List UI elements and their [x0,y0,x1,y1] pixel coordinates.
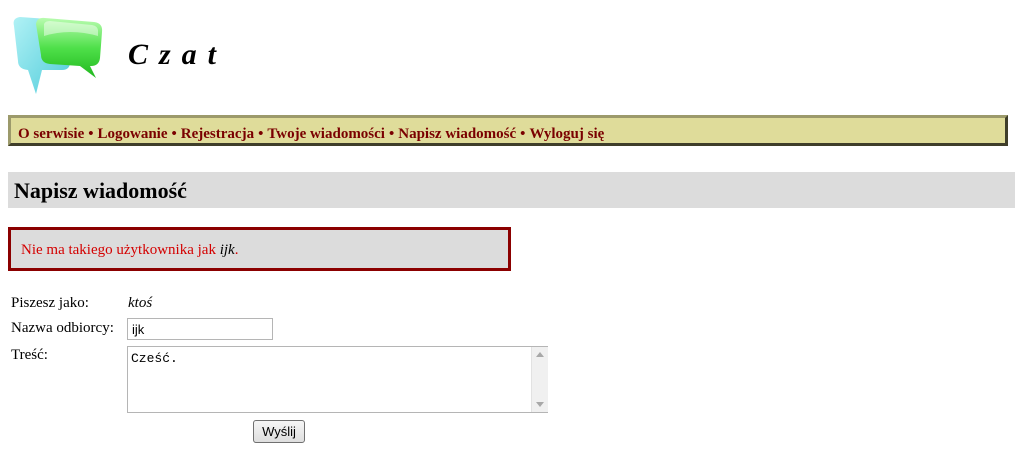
message-textarea[interactable]: Cześć. [127,346,548,413]
recipient-input[interactable] [127,318,273,340]
nav-separator: • [171,126,177,142]
nav-link-my-messages[interactable]: Twoje wiadomości [267,126,385,142]
scroll-down-arrow-icon[interactable] [536,402,544,407]
nav-link-login[interactable]: Logowanie [98,126,168,142]
nav-link-register[interactable]: Rejestracja [181,126,254,142]
author-label: Piszesz jako: [11,295,89,311]
textarea-scrollbar[interactable] [531,347,548,412]
nav-separator: • [388,126,395,142]
main-nav: O serwisie • Logowanie • Rejestracja • Twoje w… [8,115,1008,146]
nav-separator: • [88,126,94,142]
error-message: Nie ma takiego użytkownika jak ijk. [8,227,511,271]
author-value: ktoś [128,295,153,311]
page-title: Napisz wiadomość [14,178,187,203]
error-suffix: . [234,242,239,258]
nav-link-logout[interactable]: Wyloguj się [529,126,604,142]
site-title: Czat [128,38,228,71]
recipient-label: Nazwa odbiorcy: [11,320,114,336]
scroll-up-arrow-icon[interactable] [536,352,544,357]
nav-separator: • [520,126,526,142]
page-heading-bar: Napisz wiadomość [8,172,1015,208]
nav-link-write-message[interactable]: Napisz wiadomość [398,126,516,142]
header: Czat [0,0,1020,110]
nav-separator: • [258,126,264,142]
content-label: Treść: [11,347,48,363]
nav-link-about[interactable]: O serwisie [18,126,84,142]
error-username: ijk [219,242,235,258]
chat-bubbles-logo-icon [13,17,103,94]
send-button[interactable]: Wyślij [253,420,305,443]
error-text: Nie ma takiego użytkownika jak [21,242,220,258]
